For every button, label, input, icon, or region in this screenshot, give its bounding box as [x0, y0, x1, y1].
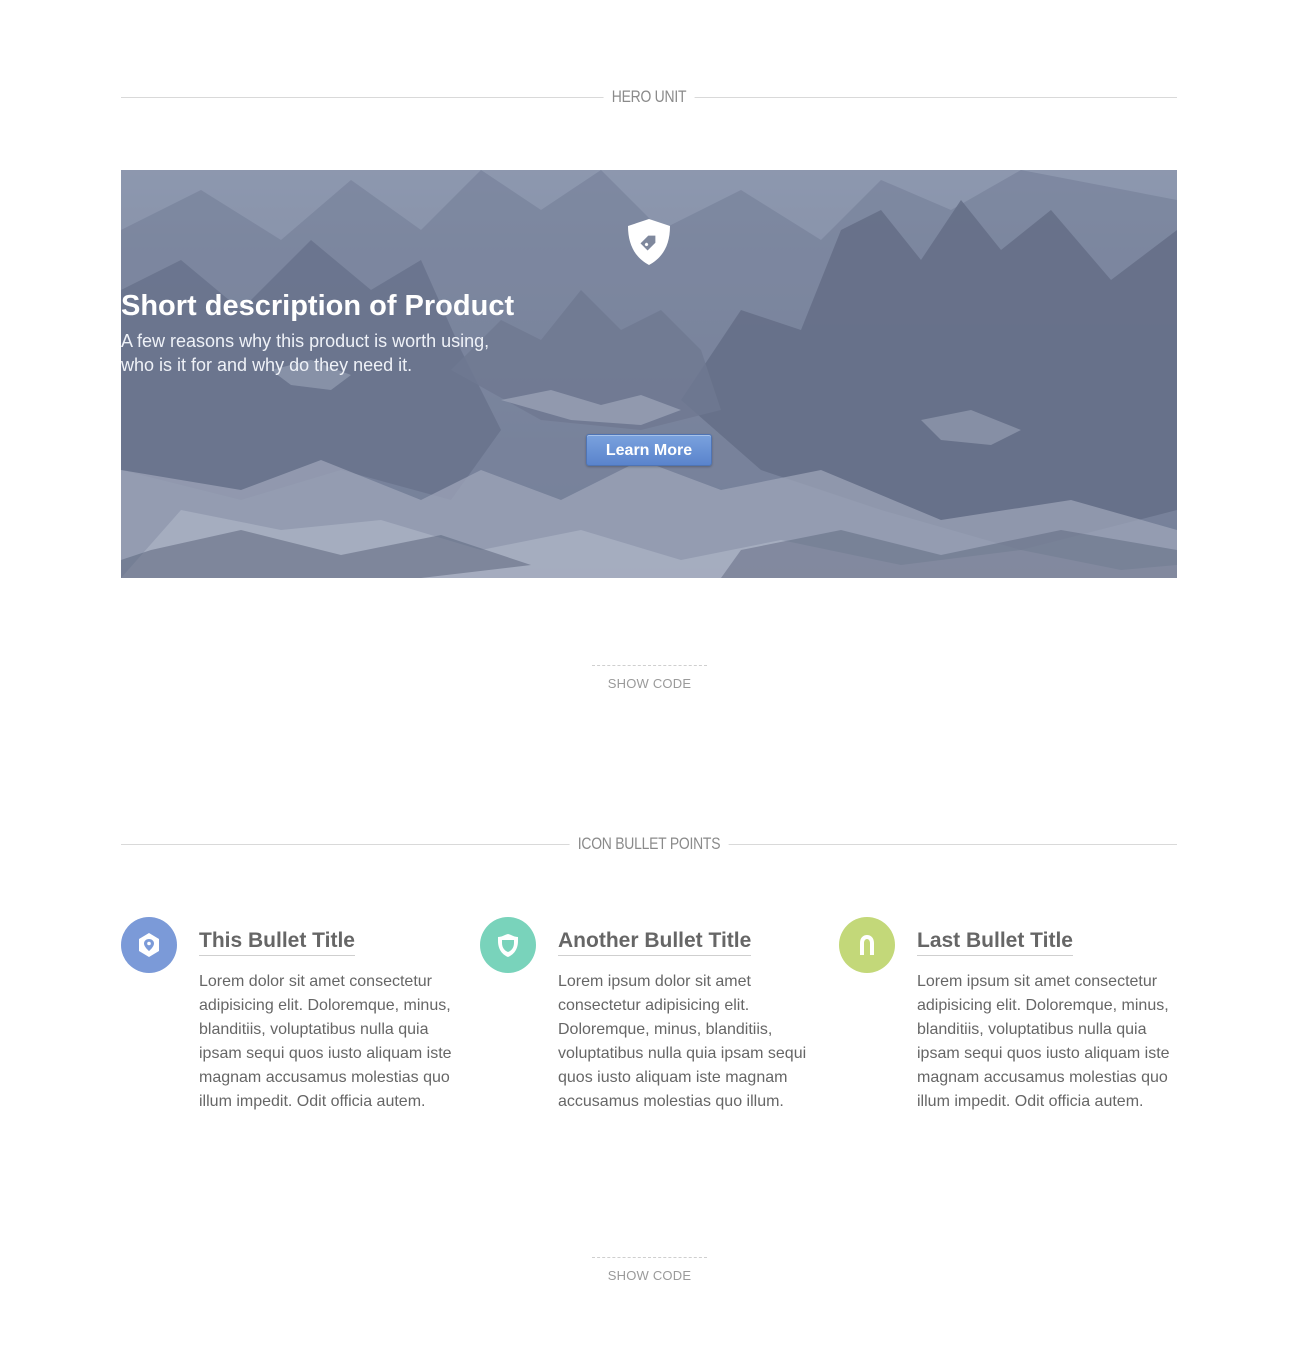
- bullet-title: Another Bullet Title: [558, 928, 752, 956]
- bullet-text: Lorem ipsum dolor sit amet consectetur a…: [558, 973, 807, 1110]
- hero-unit: Short description of Product A few reaso…: [121, 170, 1177, 578]
- bullet-icon-circle: [839, 917, 895, 973]
- learn-more-button[interactable]: Learn More: [586, 434, 712, 466]
- show-code-link[interactable]: SHOW CODE: [592, 665, 707, 691]
- hero-title: Short description of Product: [121, 290, 515, 322]
- hero-subtitle-line: A few reasons why this product is worth …: [121, 331, 490, 351]
- bullet-title: This Bullet Title: [199, 928, 355, 956]
- hero-section-header: HERO UNIT: [121, 85, 1177, 109]
- section-title: ICON BULLET POINTS: [569, 832, 729, 856]
- badge-shield-icon: [498, 934, 518, 957]
- bullet-icon-circle: [480, 917, 536, 973]
- bullet-text: Lorem dolor sit amet consectetur adipisi…: [199, 973, 452, 1110]
- shield-tag-icon: [628, 219, 670, 265]
- bullet-title: Last Bullet Title: [917, 928, 1073, 956]
- location-pin-icon: [139, 933, 159, 957]
- hero-subtitle: A few reasons why this product is worth …: [121, 329, 1177, 377]
- horseshoe-icon: [860, 935, 874, 955]
- section-title: HERO UNIT: [603, 85, 695, 109]
- hero-subtitle-line: who is it for and why do they need it.: [121, 355, 413, 375]
- bullet-text: Lorem ipsum sit amet consectetur adipisi…: [917, 973, 1170, 1110]
- show-code-link[interactable]: SHOW CODE: [592, 1257, 707, 1283]
- bullets-section-header: ICON BULLET POINTS: [121, 832, 1177, 856]
- bullet-icon-circle: [121, 917, 177, 973]
